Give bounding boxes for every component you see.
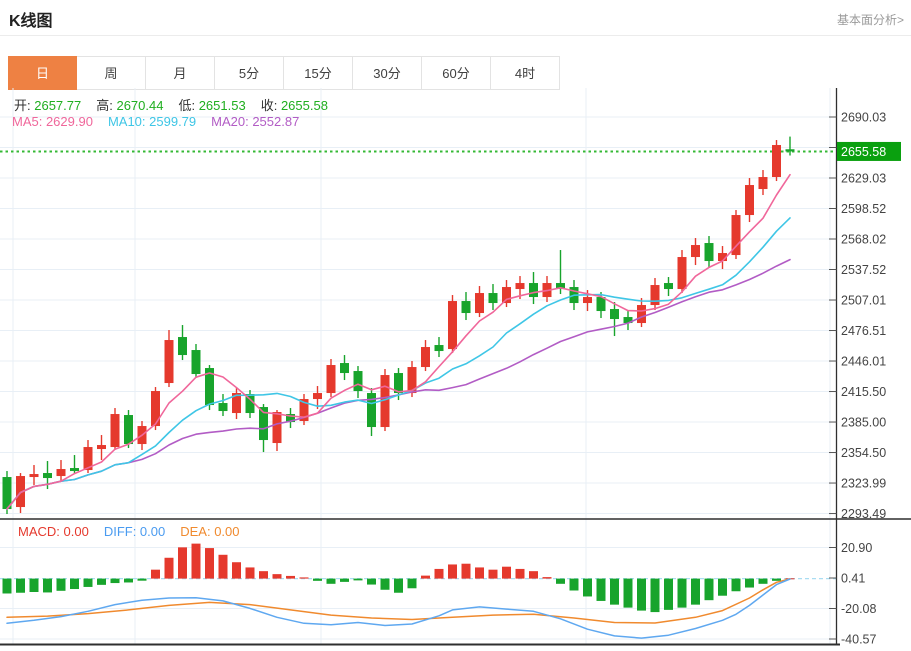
- svg-text:-20.08: -20.08: [841, 602, 876, 616]
- svg-text:2507.01: 2507.01: [841, 294, 886, 308]
- svg-text:2415.50: 2415.50: [841, 385, 886, 399]
- kline-page: K线图 基本面分析> 日周月5分15分30分60分4时 2690.032659.…: [0, 0, 911, 651]
- ma-item: MA20: 2552.87: [211, 114, 299, 129]
- tab-interval-0[interactable]: 日: [8, 56, 77, 90]
- svg-text:2323.99: 2323.99: [841, 477, 886, 491]
- ohlc-item: 收: 2655.58: [261, 95, 328, 114]
- kline-chart-svg: 2690.032659.532629.032598.522568.022537.…: [0, 88, 911, 646]
- svg-text:2598.52: 2598.52: [841, 202, 886, 216]
- tab-interval-7[interactable]: 4时: [491, 56, 560, 90]
- page-title: K线图: [9, 7, 53, 31]
- tab-interval-5[interactable]: 30分: [353, 56, 422, 90]
- ohlc-legend: 开: 2657.77 高: 2670.44 低: 2651.53 收: 2655.58: [14, 95, 343, 114]
- svg-text:0.41: 0.41: [841, 571, 865, 585]
- ma-item: MA10: 2599.79: [108, 114, 196, 129]
- svg-text:2629.03: 2629.03: [841, 172, 886, 186]
- svg-text:2476.51: 2476.51: [841, 324, 886, 338]
- tab-interval-1[interactable]: 周: [77, 56, 146, 90]
- fundamental-analysis-link[interactable]: 基本面分析>: [837, 11, 904, 28]
- ohlc-item: 低: 2651.53: [178, 95, 245, 114]
- ma-item: MA5: 2629.90: [12, 114, 93, 129]
- svg-text:-40.57: -40.57: [841, 632, 876, 646]
- svg-text:2354.50: 2354.50: [841, 446, 886, 460]
- ohlc-item: 高: 2670.44: [96, 95, 163, 114]
- svg-text:2446.01: 2446.01: [841, 355, 886, 369]
- svg-text:2385.00: 2385.00: [841, 416, 886, 430]
- tab-interval-3[interactable]: 5分: [215, 56, 284, 90]
- svg-text:2690.03: 2690.03: [841, 111, 886, 125]
- macd-item: DEA: 0.00: [180, 524, 239, 539]
- svg-text:2293.49: 2293.49: [841, 507, 886, 521]
- interval-tab-bar: 日周月5分15分30分60分4时: [8, 56, 560, 90]
- page-header: K线图 基本面分析>: [0, 0, 911, 36]
- svg-text:2655.58: 2655.58: [841, 145, 886, 159]
- svg-text:2537.52: 2537.52: [841, 263, 886, 277]
- macd-legend: MACD: 0.00 DIFF: 0.00 DEA: 0.00: [18, 524, 255, 539]
- tab-interval-2[interactable]: 月: [146, 56, 215, 90]
- tab-interval-4[interactable]: 15分: [284, 56, 353, 90]
- svg-text:20.90: 20.90: [841, 541, 872, 555]
- svg-text:2568.02: 2568.02: [841, 233, 886, 247]
- macd-item: DIFF: 0.00: [104, 524, 165, 539]
- ohlc-item: 开: 2657.77: [14, 95, 81, 114]
- tab-interval-6[interactable]: 60分: [422, 56, 491, 90]
- macd-item: MACD: 0.00: [18, 524, 89, 539]
- ma-legend: MA5: 2629.90 MA10: 2599.79 MA20: 2552.87: [12, 114, 314, 129]
